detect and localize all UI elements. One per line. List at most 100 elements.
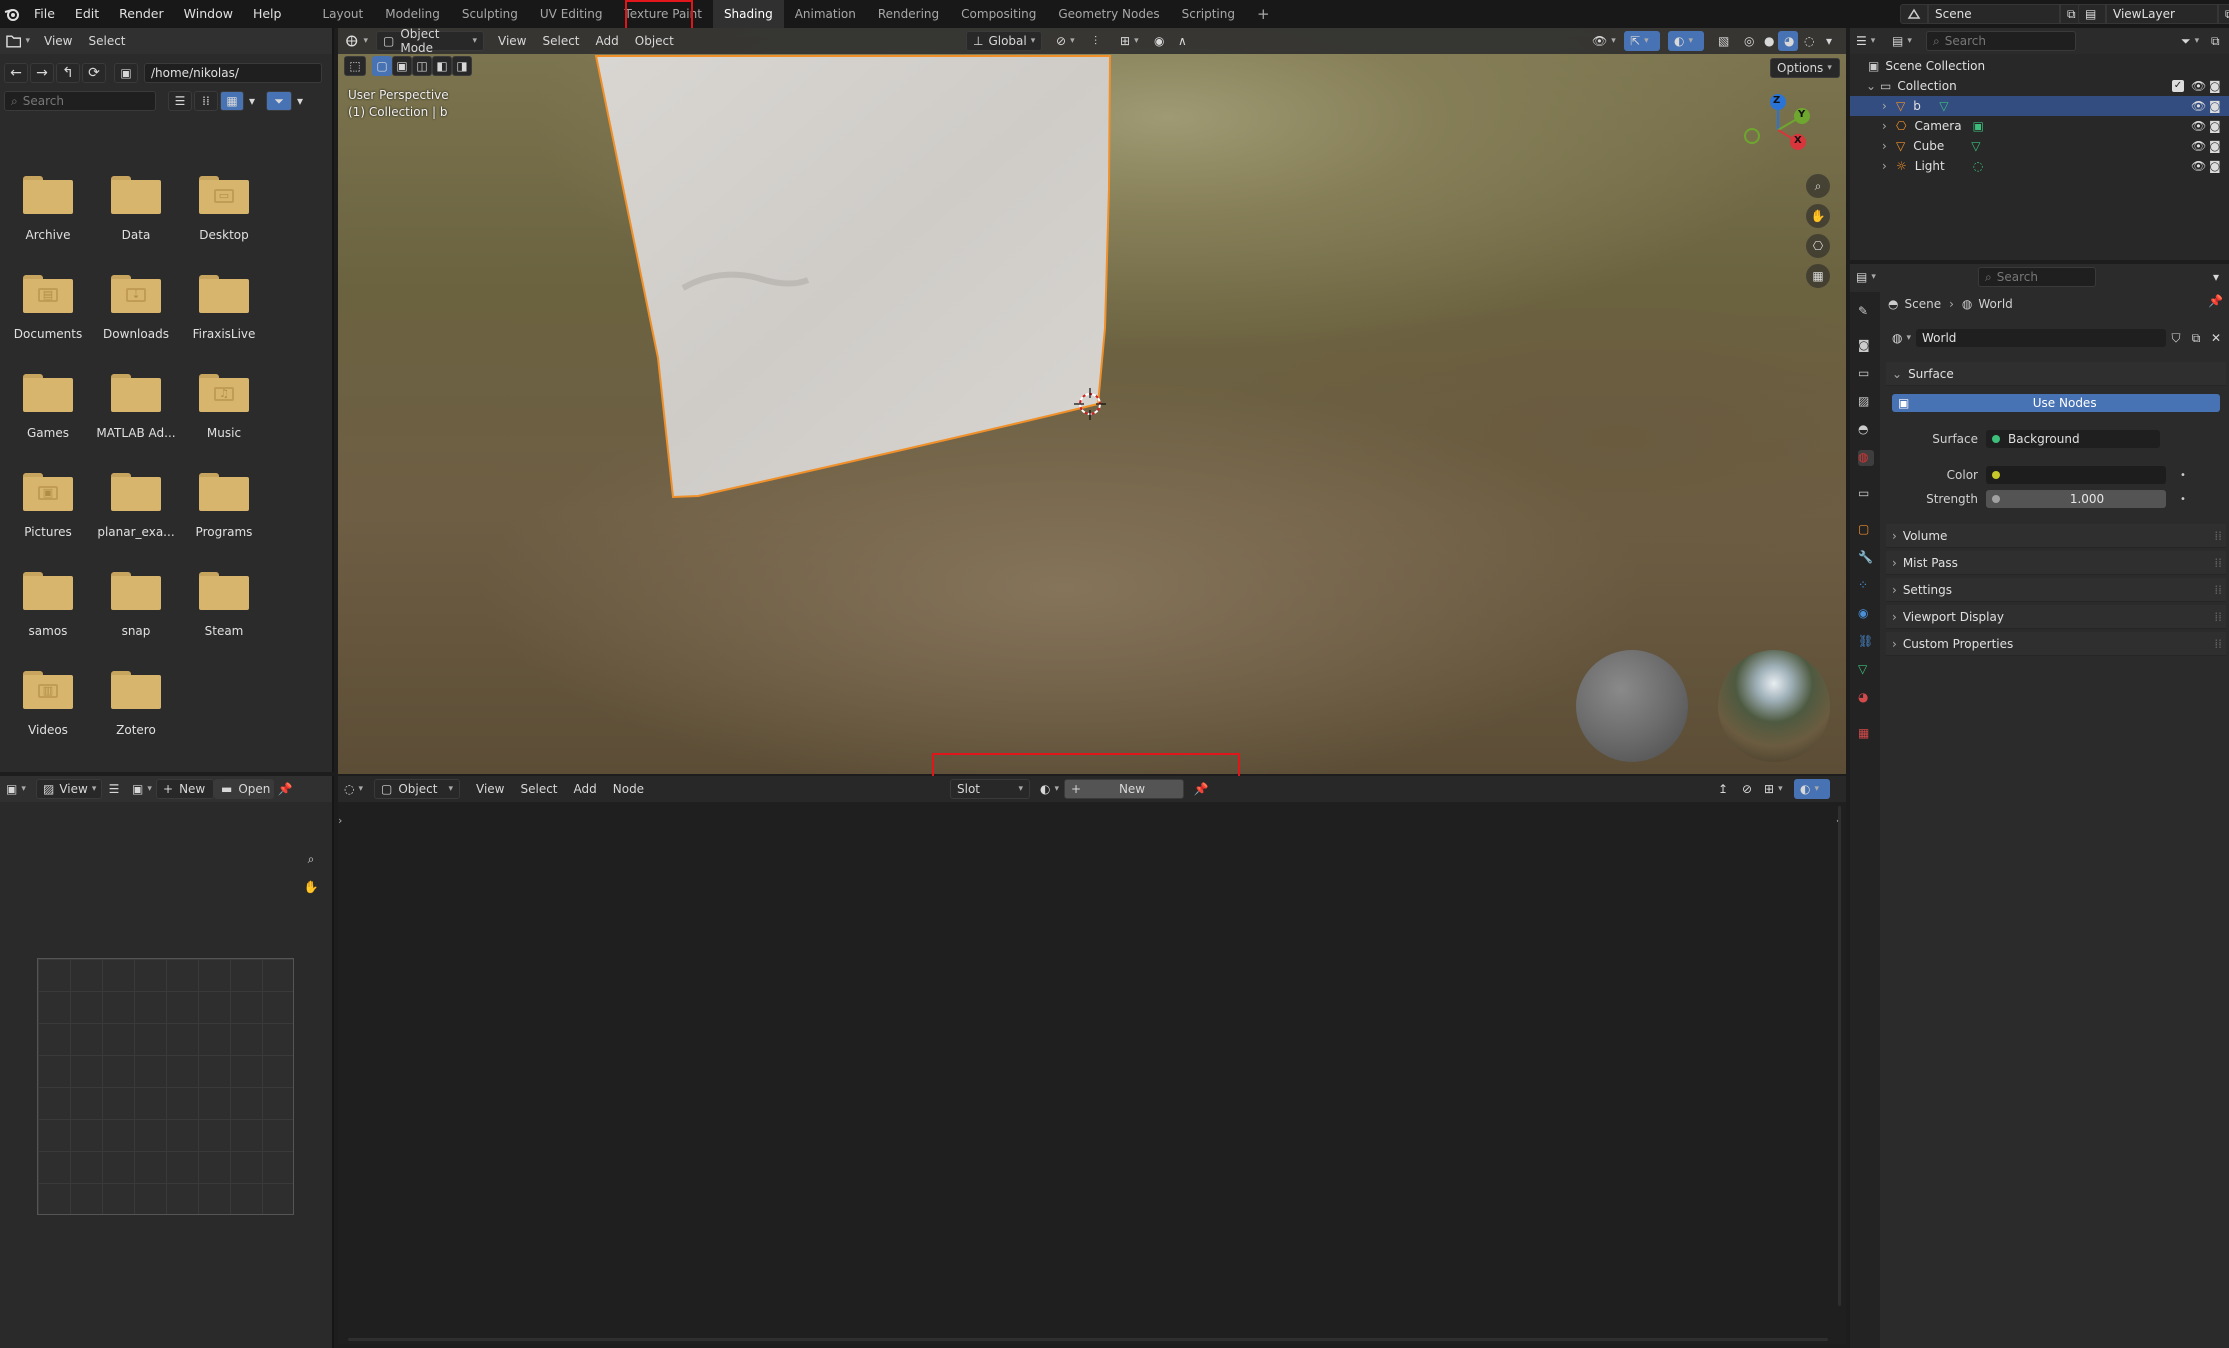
world-tab-icon[interactable]: ◍ [1858,450,1874,466]
render-tab-icon[interactable]: ◙ [1858,338,1874,354]
display-settings-chevron-icon[interactable]: ▾ [244,91,260,111]
fake-user-shield-icon[interactable]: ⛉ [2166,328,2186,348]
render-camera-icon[interactable]: ◙ [2209,159,2221,173]
expand-chevron-icon[interactable]: › [1882,159,1896,173]
expand-chevron-icon[interactable]: › [1882,139,1896,153]
display-thumbnails-icon[interactable]: ▦ [220,91,244,111]
keyframe-dot-icon[interactable]: • [2180,470,2186,481]
image-editor-type-icon[interactable]: ▣ ▾ [0,779,36,799]
tab-sculpting[interactable]: Sculpting [451,0,529,28]
drag-handle-icon[interactable]: ⁞⁞ [2214,637,2222,651]
render-camera-icon[interactable]: ◙ [2209,99,2221,113]
material-browse-icon[interactable]: ◐ ▾ [1034,779,1064,799]
display-list-vertical-icon[interactable]: ☰ [168,91,192,111]
parent-dir-icon[interactable]: ↰ [56,63,80,83]
back-arrow-icon[interactable]: ← [4,63,28,83]
file-item[interactable]: Programs [180,453,268,543]
eye-icon[interactable]: 👁 [2191,79,2206,93]
image-view-dropdown[interactable]: ▨ View ▾ [36,779,102,799]
outliner-editor-type-icon[interactable]: ☰ ▾ [1850,31,1886,51]
expand-chevron-icon[interactable]: › [1882,99,1896,113]
shader-node-editor[interactable]: ◌ ▾ ▢ Object ▾ View Select Add Node Slot ▾ … [338,776,1846,1344]
new-material-button[interactable]: + New [1064,779,1184,799]
node-overlay-icon[interactable]: ◐ ▾ [1794,779,1830,799]
outliner-item-light[interactable]: › ☼ Light ◌ 👁 ◙ [1850,156,2229,176]
eye-icon[interactable]: 👁 [2191,159,2206,173]
scene-browse-button[interactable] [1900,4,1928,24]
outliner-collection[interactable]: ⌄ ▭ Collection ✓ 👁 ◙ [1850,76,2229,96]
drag-handle-icon[interactable]: ⁞⁞ [2214,583,2222,597]
collection-checkbox-icon[interactable]: ✓ [2172,80,2184,92]
tab-shading[interactable]: Shading [712,0,784,28]
use-nodes-button[interactable]: ▣ Use Nodes [1892,394,2220,412]
outliner-search-input[interactable]: ⌕ Search [1926,31,2076,51]
menu-file[interactable]: File [24,0,65,28]
file-item[interactable]: ♫ Music [180,354,268,444]
open-image-button[interactable]: ▬ Open [214,779,274,799]
file-item[interactable]: ▭ Desktop [180,156,268,246]
section-viewport-display[interactable]: › Viewport Display ⁞⁞ [1886,605,2226,629]
node-select-menu[interactable]: Select [512,782,565,796]
new-collection-icon[interactable]: ⧉ [2205,31,2227,51]
section-custom-properties[interactable]: › Custom Properties ⁞⁞ [1886,632,2226,656]
file-browser-select-menu[interactable]: Select [80,34,133,48]
keyframe-dot-icon[interactable]: • [2180,494,2186,505]
file-item[interactable]: snap [92,552,180,642]
file-browser-view-menu[interactable]: View [36,34,80,48]
path-field[interactable]: /home/nikolas/ [144,63,322,83]
unlink-world-icon[interactable]: ✕ [2206,328,2226,348]
parent-node-tree-icon[interactable]: ↥ [1712,779,1734,799]
modifier-tab-icon[interactable]: 🔧 [1858,550,1874,566]
add-workspace-button[interactable]: + [1246,0,1281,28]
section-mist-pass[interactable]: › Mist Pass ⁞⁞ [1886,551,2226,575]
render-camera-icon[interactable]: ◙ [2209,119,2221,133]
menu-edit[interactable]: Edit [65,0,109,28]
collection-expand-icon[interactable]: ⌄ [1866,79,1880,93]
camera-data-icon[interactable]: ▣ [1972,119,1983,133]
node-editor-hscrollbar[interactable] [348,1338,1828,1341]
filter-settings-chevron-icon[interactable]: ▾ [292,91,308,111]
file-item[interactable]: Zotero [92,651,180,741]
view-layer-tab-icon[interactable]: ▨ [1858,394,1874,410]
color-field[interactable] [1986,466,2166,484]
expand-chevron-icon[interactable]: › [1882,119,1896,133]
collection-tab-icon[interactable]: ▭ [1858,486,1874,502]
particles-tab-icon[interactable]: ⁘ [1858,578,1874,594]
drag-handle-icon[interactable]: ⁞⁞ [2214,610,2222,624]
tab-rendering[interactable]: Rendering [867,0,950,28]
eye-icon[interactable]: 👁 [2191,99,2206,113]
tab-geometry-nodes[interactable]: Geometry Nodes [1047,0,1170,28]
hamburger-menu-icon[interactable]: ☰ [102,779,126,799]
new-view-layer-icon[interactable]: ⧉ [2218,4,2229,24]
mesh-data-icon[interactable]: ▽ [1971,139,1980,153]
outliner-item-cube[interactable]: › ▽ Cube ▽ 👁 ◙ [1850,136,2229,156]
node-editor-type-icon[interactable]: ◌ ▾ [338,779,374,799]
file-item[interactable]: ▥ Videos [4,651,92,741]
breadcrumb-pin-icon[interactable]: 📌 [2208,294,2223,308]
tab-scripting[interactable]: Scripting [1171,0,1246,28]
data-tab-icon[interactable]: ▽ [1858,662,1874,678]
view-layer-name-field[interactable]: ViewLayer [2106,4,2218,24]
new-folder-icon[interactable]: ▣ [114,63,138,83]
material-tab-icon[interactable]: ◕ [1858,690,1874,706]
outliner-scene-collection[interactable]: ▣ Scene Collection [1850,56,2229,76]
image-pan-hand-icon[interactable]: ✋ [300,876,322,898]
world-browse-icon[interactable]: ◍ ▾ [1886,328,1916,348]
light-data-icon[interactable]: ◌ [1973,159,1983,173]
tool-tab-icon[interactable]: ✎ [1858,304,1874,320]
display-mode-icon[interactable]: ▤ ▾ [1886,31,1916,51]
tab-modeling[interactable]: Modeling [374,0,451,28]
menu-help[interactable]: Help [243,0,292,28]
view-layer-browse-button[interactable]: ▤ [2078,4,2106,24]
tab-compositing[interactable]: Compositing [950,0,1047,28]
properties-options-chevron-icon[interactable]: ▾ [2207,267,2225,287]
file-search-input[interactable]: ⌕ Search [4,91,156,111]
pin-icon[interactable]: 📌 [274,779,296,799]
forward-arrow-icon[interactable]: → [30,63,54,83]
pan-hand-icon[interactable]: ✋ [1806,204,1830,228]
tab-uv-editing[interactable]: UV Editing [529,0,614,28]
display-list-horizontal-icon[interactable]: ⁞⁞ [194,91,218,111]
output-tab-icon[interactable]: ▭ [1858,366,1874,382]
surface-shader-field[interactable]: Background [1986,430,2160,448]
uv-grid[interactable] [37,958,294,1215]
